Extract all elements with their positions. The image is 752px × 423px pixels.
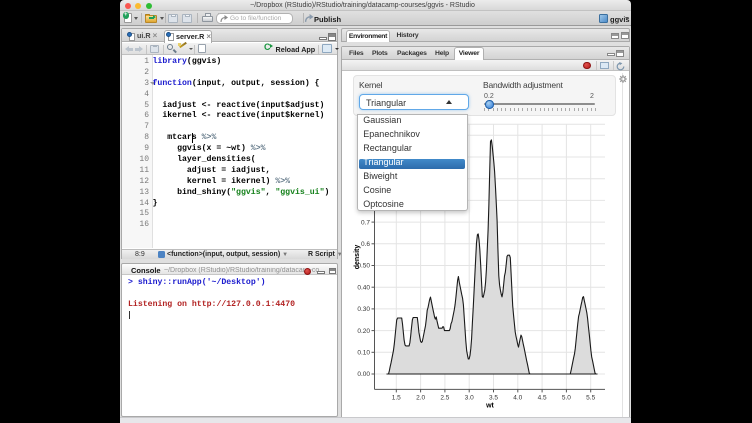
svg-text:2.0: 2.0 bbox=[416, 395, 425, 402]
svg-text:4.5: 4.5 bbox=[538, 395, 547, 402]
svg-text:3.0: 3.0 bbox=[465, 395, 474, 402]
svg-text:0.40: 0.40 bbox=[357, 284, 370, 291]
svg-text:density: density bbox=[354, 245, 361, 270]
svg-text:5.0: 5.0 bbox=[562, 395, 571, 402]
svg-text:0.7: 0.7 bbox=[361, 219, 370, 226]
svg-text:4.0: 4.0 bbox=[513, 395, 522, 402]
svg-text:5.5: 5.5 bbox=[586, 395, 595, 402]
svg-text:0.10: 0.10 bbox=[357, 350, 370, 357]
svg-text:0.20: 0.20 bbox=[357, 328, 370, 335]
svg-text:0.6: 0.6 bbox=[361, 241, 370, 248]
svg-text:1.5: 1.5 bbox=[392, 395, 401, 402]
svg-text:0.30: 0.30 bbox=[357, 306, 370, 313]
svg-text:wt: wt bbox=[485, 403, 494, 410]
svg-text:2.5: 2.5 bbox=[440, 395, 449, 402]
svg-text:3.5: 3.5 bbox=[489, 395, 498, 402]
svg-text:0.00: 0.00 bbox=[357, 371, 370, 378]
